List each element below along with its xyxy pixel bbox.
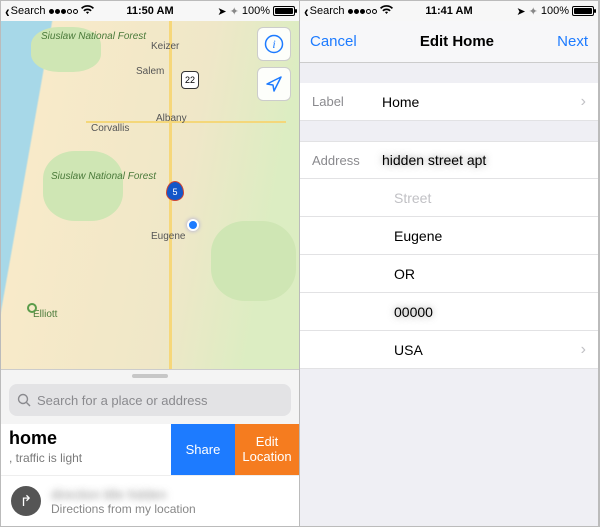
directions-icon: ↱ (11, 486, 41, 516)
forest-region (211, 221, 296, 301)
status-bar: ‹ Search 11:41 AM ➤ ✦ 100% (300, 1, 598, 21)
forest-region (43, 151, 123, 221)
map-label-forest: Siuslaw National Forest (51, 171, 156, 182)
search-placeholder: Search for a place or address (37, 393, 208, 408)
address-state-row[interactable]: OR (300, 255, 598, 293)
phone-maps: ‹ Search 11:50 AM ➤ ✦ 100% Siuslaw Natio… (1, 1, 300, 526)
map-canvas[interactable]: Siuslaw National Forest Siuslaw National… (1, 21, 299, 369)
directions-title-blurred: direction title hidden (51, 487, 196, 502)
map-label-city: Elliott (33, 309, 57, 320)
battery-icon (572, 6, 594, 16)
search-icon (17, 393, 31, 407)
place-card: home , traffic is light Share Edit Locat… (1, 424, 299, 475)
label-value: Home (382, 94, 581, 110)
place-subtitle: , traffic is light (9, 451, 163, 465)
label-row[interactable]: Label Home › (300, 83, 598, 121)
address-country-row[interactable]: USA › (300, 331, 598, 369)
chevron-right-icon: › (581, 341, 586, 359)
map-label-forest: Siuslaw National Forest (41, 31, 146, 42)
svg-text:i: i (272, 37, 275, 51)
state-value: OR (394, 266, 586, 282)
next-button[interactable]: Next (557, 33, 588, 50)
nav-header: Cancel Edit Home Next (300, 21, 598, 63)
map-label-city: Keizer (151, 41, 179, 52)
cancel-button[interactable]: Cancel (310, 33, 357, 50)
statusbar-time: 11:50 AM (1, 5, 299, 17)
map-label-city: Albany (156, 113, 187, 124)
chevron-right-icon: › (581, 93, 586, 111)
interstate-shield-5: 5 (166, 181, 184, 201)
bottom-sheet: Search for a place or address home , tra… (1, 369, 299, 526)
city-value: Eugene (394, 228, 586, 244)
battery-icon (273, 6, 295, 16)
directions-subtitle: Directions from my location (51, 502, 196, 516)
phone-edit-contact: ‹ Search 11:41 AM ➤ ✦ 100% Cancel Edit H… (300, 1, 599, 526)
park-marker-icon (27, 303, 37, 313)
address-zip-row[interactable]: 00000 (300, 293, 598, 331)
sheet-grabber[interactable] (132, 374, 168, 378)
statusbar-time: 11:41 AM (300, 5, 598, 17)
route-shield-22: 22 (181, 71, 199, 89)
share-button[interactable]: Share (171, 424, 235, 475)
directions-row[interactable]: ↱ direction title hidden Directions from… (1, 475, 299, 526)
map-search-field[interactable]: Search for a place or address (9, 384, 291, 416)
edit-location-button[interactable]: Edit Location (235, 424, 299, 475)
edit-form: Label Home › Address hidden street apt S… (300, 63, 598, 526)
map-tracking-button[interactable] (257, 67, 291, 101)
address-street1-row[interactable]: Address hidden street apt (300, 141, 598, 179)
street1-value-blurred: hidden street apt (382, 152, 586, 168)
place-title: home (9, 428, 163, 449)
status-bar: ‹ Search 11:50 AM ➤ ✦ 100% (1, 1, 299, 21)
field-key: Address (300, 153, 382, 168)
map-label-city: Corvallis (91, 123, 129, 134)
address-city-row[interactable]: Eugene (300, 217, 598, 255)
current-location-dot (187, 219, 199, 231)
address-street2-row[interactable]: Street (300, 179, 598, 217)
field-key: Label (300, 94, 382, 109)
street2-placeholder: Street (394, 190, 586, 206)
map-label-city: Salem (136, 66, 164, 77)
page-title: Edit Home (420, 33, 494, 50)
zip-value-blurred: 00000 (394, 304, 586, 320)
country-value: USA (394, 342, 581, 358)
map-info-button[interactable]: i (257, 27, 291, 61)
map-label-city: Eugene (151, 231, 185, 242)
